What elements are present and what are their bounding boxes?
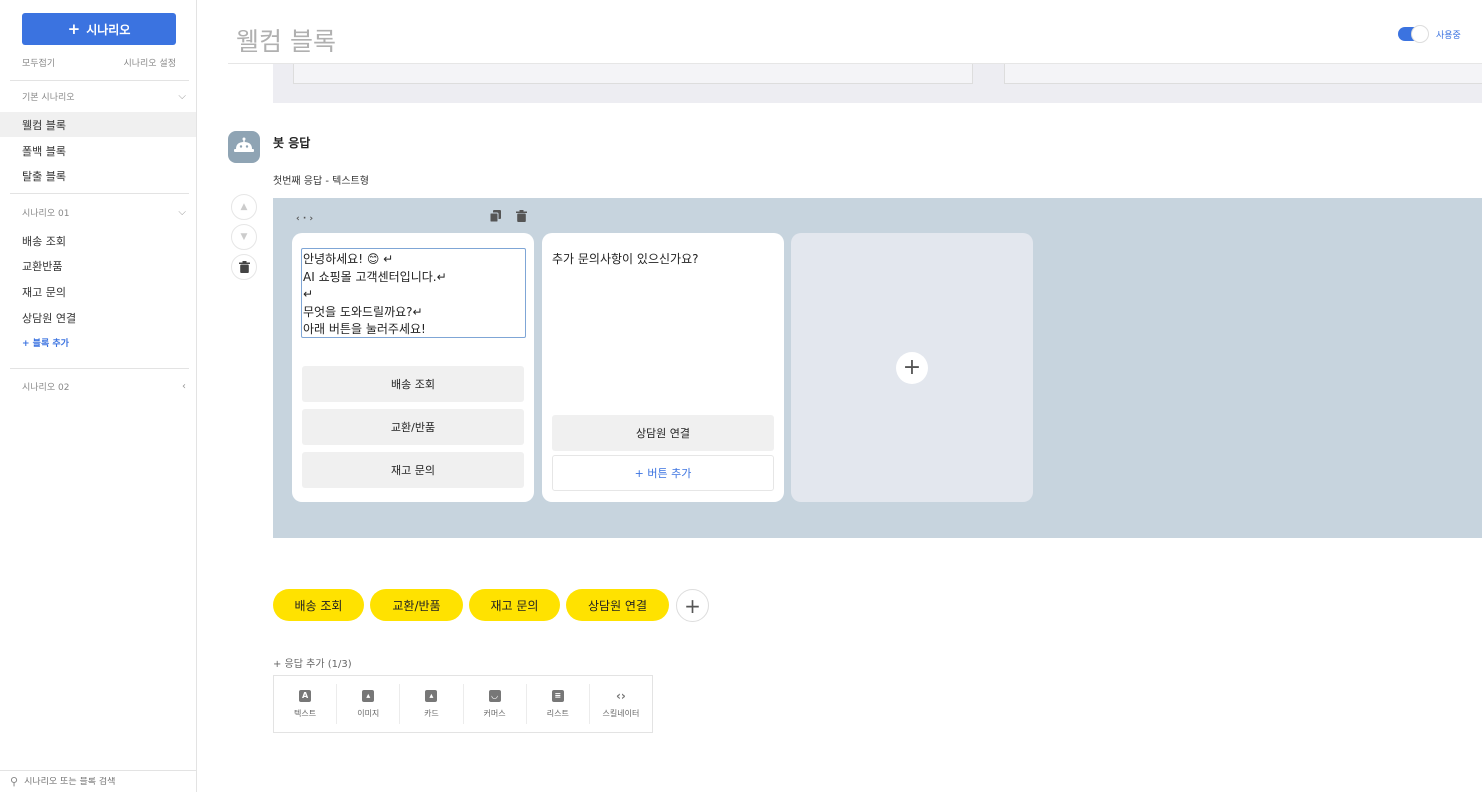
- type-label: 리스트: [546, 708, 569, 718]
- scenario-settings-link[interactable]: 시나리오 설정: [123, 56, 176, 69]
- card-button-stock[interactable]: 재고 문의: [302, 452, 524, 488]
- toggle-label: 사용중: [1436, 31, 1461, 41]
- type-image-button[interactable]: ▴ 이미지: [337, 684, 401, 724]
- add-card-slot[interactable]: +: [791, 233, 1033, 502]
- divider: [10, 368, 189, 369]
- previous-box: [1004, 64, 1482, 84]
- sidebar-item-label: 재고 문의: [22, 285, 66, 299]
- response-card: 안녕하세요! 😊 ↵ AI 쇼핑몰 고객센터입니다.↵ ↵ 무엇을 도와드릴까요…: [292, 233, 534, 502]
- card-button-exchange[interactable]: 교환/반품: [302, 409, 524, 445]
- arrow-up-icon: ▲: [240, 202, 248, 212]
- text-icon: A: [299, 689, 312, 702]
- card-button-agent[interactable]: 상담원 연결: [552, 415, 774, 451]
- chevron-down-icon: ⌵: [178, 207, 186, 218]
- quick-reply-delivery[interactable]: 배송 조회: [273, 589, 364, 621]
- sidebar-item-delivery[interactable]: 배송 조회: [0, 228, 196, 253]
- add-quick-reply-button[interactable]: +: [676, 589, 709, 622]
- response-type-bar: A 텍스트 ▴ 이미지 ▴ 카드 ◡ 커머스 ≡ 리스트 ‹› 스킬네이터: [273, 675, 653, 733]
- type-label: 이미지: [357, 708, 380, 718]
- response-card: 추가 문의사항이 있으신가요? 상담원 연결 + 버튼 추가: [542, 233, 784, 502]
- type-label: 카드: [424, 708, 439, 718]
- sidebar-item-exchange[interactable]: 교환반품: [0, 253, 196, 278]
- sidebar-item-label: 배송 조회: [22, 234, 66, 248]
- group-title: 시나리오 01: [22, 209, 70, 219]
- sidebar-item-agent[interactable]: 상담원 연결: [0, 305, 196, 330]
- group-basic-scenario[interactable]: 기본 시나리오 ⌵: [22, 90, 186, 103]
- new-scenario-button[interactable]: + 시나리오: [22, 13, 176, 45]
- collapse-all-link[interactable]: 모두접기: [22, 56, 55, 69]
- card-button-delivery[interactable]: 배송 조회: [302, 366, 524, 402]
- add-button-button[interactable]: + 버튼 추가: [552, 455, 774, 491]
- image-icon: ▴: [362, 689, 375, 702]
- add-response-label[interactable]: + 응답 추가 (1/3): [273, 655, 352, 670]
- trash-icon: [238, 261, 250, 273]
- type-card-button[interactable]: ▴ 카드: [400, 684, 464, 724]
- reorder-arrows-icon[interactable]: ‹ · ›: [296, 214, 313, 224]
- plus-icon: +: [896, 351, 928, 384]
- robot-icon: [234, 137, 254, 152]
- sidebar-links: 모두접기 시나리오 설정: [22, 56, 176, 69]
- group-scenario-02[interactable]: 시나리오 02 ‹: [22, 380, 186, 393]
- chevron-left-icon: ‹: [182, 381, 186, 392]
- sidebar-item-label: 폴백 블록: [22, 144, 66, 158]
- move-down-button[interactable]: ▼: [231, 224, 257, 250]
- page-title: 웰컴 블록: [236, 27, 336, 56]
- response-label: 첫번째 응답 - 텍스트형: [273, 176, 369, 187]
- previous-box: [293, 64, 973, 84]
- sidebar-item-label: 상담원 연결: [22, 311, 77, 325]
- new-scenario-label: 시나리오: [86, 22, 131, 37]
- type-skill-button[interactable]: ‹› 스킬네이터: [590, 684, 652, 724]
- type-label: 스킬네이터: [602, 708, 640, 718]
- plus-icon: +: [684, 593, 701, 618]
- sidebar-item-label: 웰컴 블록: [22, 118, 66, 132]
- search-icon: ⚲: [10, 775, 19, 788]
- sidebar-search: ⚲: [0, 770, 196, 792]
- type-label: 커머스: [483, 708, 506, 718]
- card-text-editor[interactable]: 안녕하세요! 😊 ↵ AI 쇼핑몰 고객센터입니다.↵ ↵ 무엇을 도와드릴까요…: [301, 248, 526, 338]
- group-title: 시나리오 02: [22, 383, 70, 393]
- bot-response-label: 봇 응답: [273, 136, 311, 150]
- toggle-knob: [1411, 25, 1429, 43]
- search-input[interactable]: [24, 776, 185, 787]
- sidebar-item-label: 탈출 블록: [22, 169, 66, 183]
- sidebar-item-stock[interactable]: 재고 문의: [0, 279, 196, 304]
- type-label: 텍스트: [294, 708, 317, 718]
- type-text-button[interactable]: A 텍스트: [274, 684, 338, 724]
- add-block-link[interactable]: + 블록 추가: [22, 336, 69, 349]
- type-commerce-button[interactable]: ◡ 커머스: [464, 684, 527, 724]
- group-scenario-01[interactable]: 시나리오 01 ⌵: [22, 206, 186, 219]
- trash-icon[interactable]: [516, 210, 527, 225]
- copy-icon[interactable]: [489, 210, 501, 225]
- previous-block-area: [273, 64, 1482, 103]
- arrow-down-icon: ▼: [240, 232, 248, 242]
- code-icon: ‹›: [615, 688, 626, 703]
- quick-reply-agent[interactable]: 상담원 연결: [566, 589, 669, 621]
- group-title: 기본 시나리오: [22, 93, 75, 103]
- sidebar-item-fallback[interactable]: 폴백 블록: [0, 138, 196, 163]
- divider: [10, 193, 189, 194]
- delete-response-button[interactable]: [231, 254, 257, 280]
- type-list-button[interactable]: ≡ 리스트: [527, 684, 590, 724]
- sidebar-item-exit[interactable]: 탈출 블록: [0, 163, 196, 188]
- divider: [10, 80, 189, 81]
- quick-reply-stock[interactable]: 재고 문의: [469, 589, 560, 621]
- chevron-down-icon: ⌵: [178, 91, 186, 102]
- move-up-button[interactable]: ▲: [231, 194, 257, 220]
- quick-reply-exchange[interactable]: 교환/반품: [370, 589, 463, 621]
- shopping-bag-icon: ◡: [488, 689, 501, 702]
- active-toggle[interactable]: [1398, 25, 1429, 43]
- sidebar-item-welcome[interactable]: 웰컴 블록: [0, 112, 196, 137]
- plus-icon: +: [67, 20, 81, 38]
- bot-avatar: [228, 131, 260, 163]
- sidebar-item-label: 교환반품: [22, 259, 63, 273]
- sidebar: + 시나리오 모두접기 시나리오 설정 기본 시나리오 ⌵ 웰컴 블록 폴백 블…: [0, 0, 197, 792]
- list-icon: ≡: [551, 689, 564, 702]
- card-icon: ▴: [425, 689, 438, 702]
- card-text[interactable]: 추가 문의사항이 있으신가요?: [552, 250, 698, 267]
